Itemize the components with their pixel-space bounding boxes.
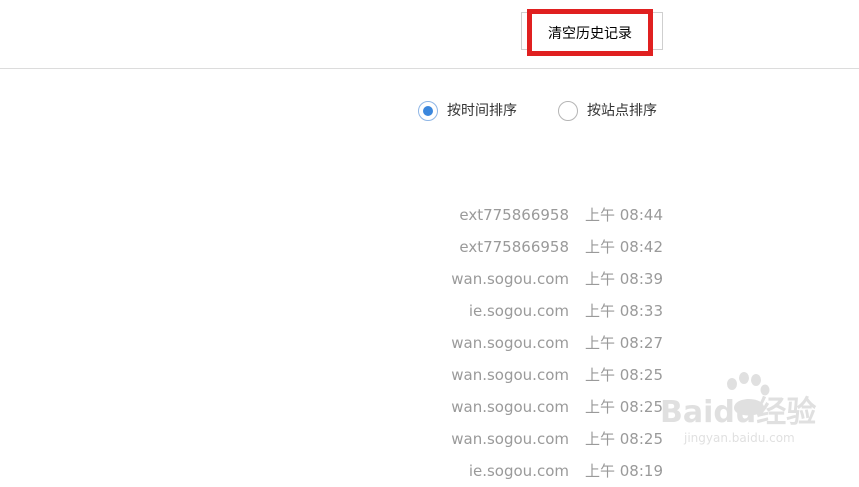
history-site[interactable]: ext775866958 — [459, 231, 569, 263]
history-row[interactable]: ext775866958 上午 08:44 — [0, 199, 859, 231]
history-time: 上午 08:27 — [585, 334, 663, 352]
history-time: 上午 08:44 — [585, 206, 663, 224]
sort-by-time-radio[interactable] — [418, 101, 438, 121]
history-site[interactable]: ext775866958 — [459, 199, 569, 231]
radio-selected-dot — [423, 106, 433, 116]
history-row[interactable]: ie.sogou.com 上午 08:33 — [0, 295, 859, 327]
history-row[interactable]: wan.sogou.com 上午 08:27 — [0, 327, 859, 359]
history-site[interactable]: ie.sogou.com — [469, 295, 569, 327]
history-site[interactable]: wan.sogou.com — [451, 327, 569, 359]
history-time: 上午 08:25 — [585, 366, 663, 384]
history-time: 上午 08:42 — [585, 238, 663, 256]
history-row[interactable]: ie.sogou.com 上午 08:19 — [0, 455, 859, 487]
history-site[interactable]: wan.sogou.com — [451, 359, 569, 391]
history-row[interactable]: wan.sogou.com 上午 08:39 — [0, 263, 859, 295]
sort-by-time-label[interactable]: 按时间排序 — [447, 101, 517, 121]
toolbar: 清空历史记录 — [0, 0, 859, 69]
history-site[interactable]: wan.sogou.com — [451, 263, 569, 295]
history-site[interactable]: wan.sogou.com — [451, 391, 569, 423]
history-row[interactable]: wan.sogou.com 上午 08:25 — [0, 423, 859, 455]
history-time: 上午 08:25 — [585, 398, 663, 416]
history-time: 上午 08:25 — [585, 430, 663, 448]
history-row[interactable]: ext775866958 上午 08:42 — [0, 231, 859, 263]
clear-history-label: 清空历史记录 — [548, 25, 632, 42]
history-site[interactable]: wan.sogou.com — [451, 423, 569, 455]
sort-by-site-label[interactable]: 按站点排序 — [587, 101, 657, 121]
history-row[interactable]: wan.sogou.com 上午 08:25 — [0, 359, 859, 391]
history-site[interactable]: ie.sogou.com — [469, 455, 569, 487]
history-time: 上午 08:39 — [585, 270, 663, 288]
sort-by-site-radio[interactable] — [558, 101, 578, 121]
history-row[interactable]: wan.sogou.com 上午 08:25 — [0, 391, 859, 423]
history-time: 上午 08:33 — [585, 302, 663, 320]
history-time: 上午 08:19 — [585, 462, 663, 480]
clear-history-button[interactable]: 清空历史记录 — [527, 9, 653, 56]
